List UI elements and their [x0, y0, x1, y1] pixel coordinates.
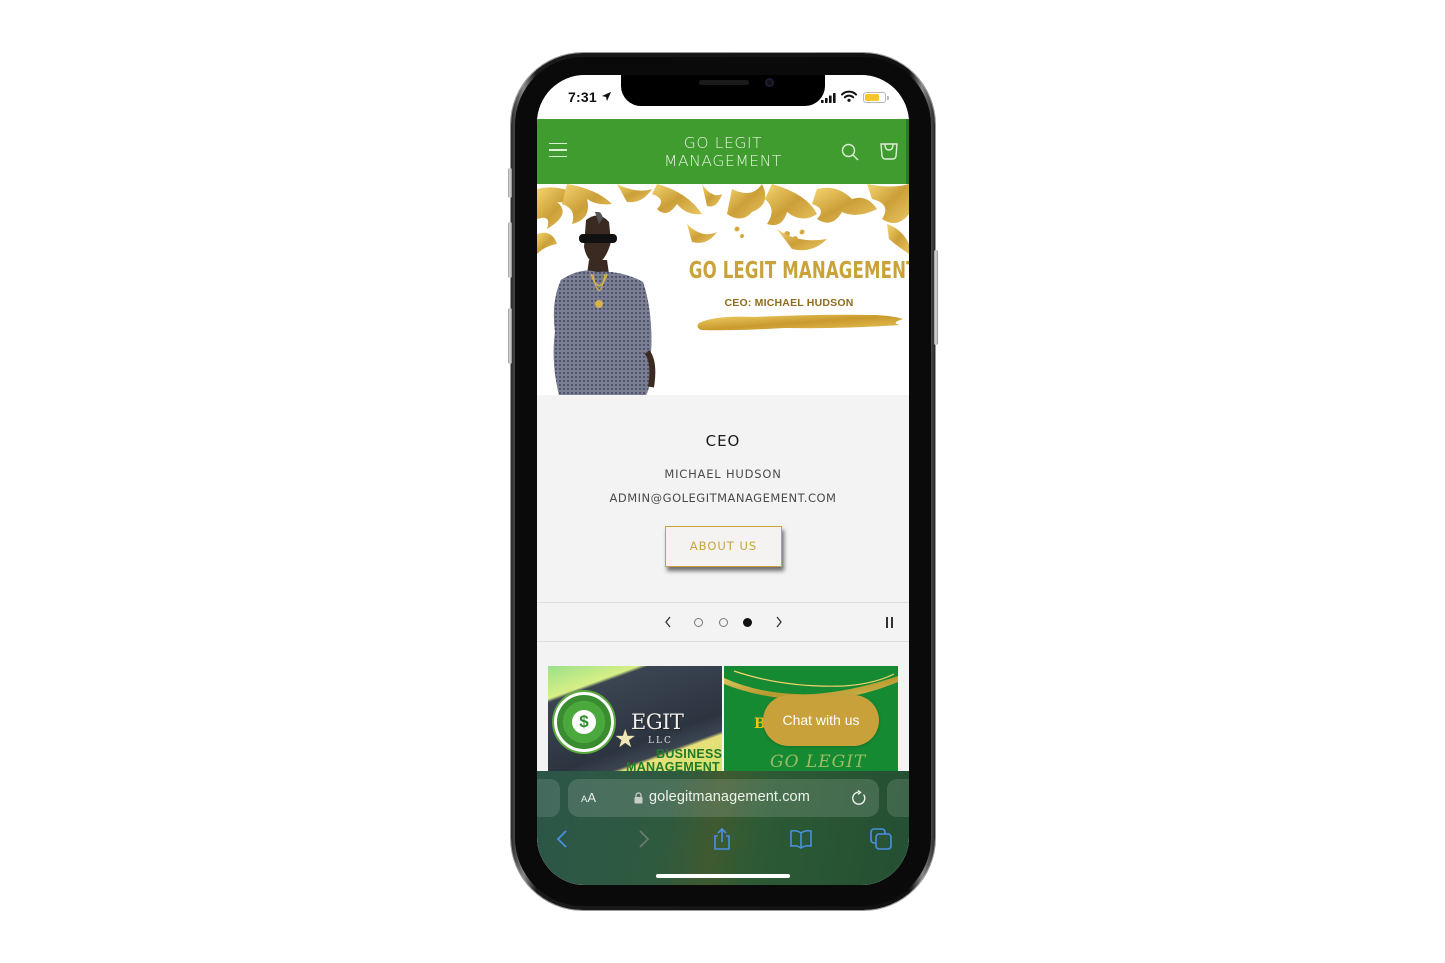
slide-dot-3[interactable]: [743, 618, 752, 627]
volume-down-button: [508, 308, 512, 364]
hero-title: GO LEGIT MANAGEMENT LLC: [688, 258, 909, 284]
lock-icon: [634, 792, 643, 804]
card-business-management[interactable]: $ ★ EGIT LLC BUSINESS MANAGEMENT: [548, 666, 722, 786]
slide-dot-1[interactable]: [694, 618, 703, 627]
safari-toolbar: AA golegitmanagement.com: [537, 771, 909, 885]
back-chevron-icon[interactable]: [551, 827, 575, 851]
search-icon[interactable]: [841, 143, 859, 161]
card-llc-text: LLC: [648, 736, 673, 746]
notch: [621, 75, 825, 106]
pause-bar: [886, 617, 888, 628]
status-time: 7:31: [568, 89, 597, 105]
share-icon[interactable]: [710, 827, 734, 851]
forward-chevron-icon[interactable]: [631, 827, 655, 851]
cellular-signal-icon: [821, 93, 836, 103]
next-tab-peek[interactable]: [887, 779, 909, 817]
silent-switch: [508, 168, 512, 198]
phone-screen: 7:31 GO LEGIT MANAGEMENT GO LEGIT MANAGE…: [537, 75, 909, 885]
url-text: golegitmanagement.com: [649, 789, 810, 805]
menu-line: [549, 149, 567, 151]
reload-icon[interactable]: [851, 790, 867, 806]
dollar-coin-icon: $: [554, 692, 614, 752]
wifi-icon: [841, 90, 857, 102]
gold-brush-stroke: [697, 314, 903, 331]
ceo-photo: [553, 212, 656, 395]
home-indicator[interactable]: [656, 874, 790, 878]
slide-heading: CEO: [705, 432, 741, 450]
slide-ceo-name: MICHAEL HUDSON: [664, 467, 782, 481]
chevron-right-icon[interactable]: [775, 615, 783, 629]
battery-icon: [863, 92, 889, 103]
site-title-line-1: GO LEGIT: [683, 134, 763, 152]
battery-tip: [887, 96, 889, 100]
about-us-button[interactable]: ABOUT US: [665, 526, 782, 567]
volume-up-button: [508, 222, 512, 278]
card-logo-text: EGIT: [631, 710, 684, 734]
menu-line: [549, 155, 567, 158]
speaker-grille: [699, 80, 749, 85]
site-header: GO LEGIT MANAGEMENT: [537, 119, 909, 184]
battery-level: [865, 94, 880, 101]
chevron-left-icon[interactable]: [664, 615, 672, 629]
slide-email: ADMIN@GOLEGITMANAGEMENT.COM: [609, 491, 837, 505]
address-bar[interactable]: AA golegitmanagement.com: [568, 779, 879, 817]
cart-icon[interactable]: [879, 141, 899, 161]
hero-banner: GO LEGIT MANAGEMENT LLC CEO: MICHAEL HUD…: [537, 184, 909, 395]
slider-controls: [537, 602, 909, 642]
pause-bar: [891, 617, 893, 628]
site-title-line-2: MANAGEMENT: [664, 152, 782, 170]
page-settings-button[interactable]: AA: [581, 790, 596, 805]
dollar-sign: $: [572, 710, 596, 734]
tabs-icon[interactable]: [869, 827, 893, 851]
power-button: [934, 250, 938, 345]
hero-subtitle: CEO: MICHAEL HUDSON: [724, 297, 854, 309]
front-camera: [765, 78, 774, 87]
stage: 7:31 GO LEGIT MANAGEMENT GO LEGIT MANAGE…: [0, 0, 1445, 963]
card-script-text: GO LEGIT: [770, 752, 867, 772]
status-bar: 7:31: [537, 75, 909, 119]
slide-dot-2[interactable]: [719, 618, 728, 627]
location-arrow-icon: [601, 91, 612, 102]
site-title-link[interactable]: GO LEGIT MANAGEMENT: [637, 134, 809, 170]
previous-tab-peek[interactable]: [537, 779, 560, 817]
hamburger-menu-icon[interactable]: [549, 143, 567, 159]
slide-content: CEO MICHAEL HUDSON ADMIN@GOLEGITMANAGEME…: [537, 395, 909, 603]
card-business-text: BUSINESS: [656, 747, 722, 761]
pause-icon[interactable]: [886, 617, 894, 628]
chat-with-us-button[interactable]: Chat with us: [763, 695, 879, 746]
menu-line: [549, 143, 567, 145]
bookmarks-book-icon[interactable]: [789, 827, 813, 851]
page-scrollbar[interactable]: [906, 119, 909, 184]
